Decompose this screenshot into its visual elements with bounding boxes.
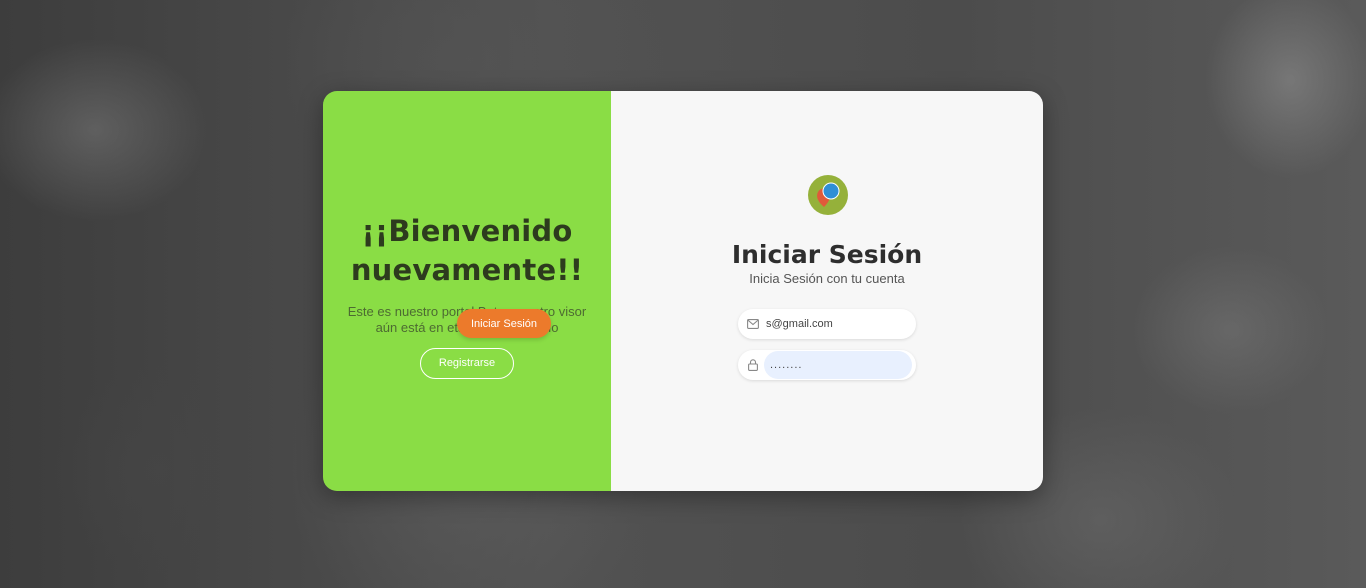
mail-icon	[746, 317, 760, 331]
welcome-panel: ¡¡Bienvenido nuevamente!! Este es nuestr…	[323, 91, 611, 491]
login-button[interactable]: Iniciar Sesión	[457, 309, 551, 338]
welcome-heading: ¡¡Bienvenido nuevamente!!	[350, 213, 584, 287]
login-panel: Iniciar Sesión Inicia Sesión con tu cuen…	[611, 91, 1043, 491]
login-subtitle: Inicia Sesión con tu cuenta	[749, 271, 905, 286]
email-input[interactable]	[766, 310, 906, 338]
lock-icon	[746, 358, 760, 372]
login-title: Iniciar Sesión	[731, 240, 923, 269]
email-field[interactable]	[738, 309, 916, 339]
password-input[interactable]	[764, 351, 912, 379]
login-card: ¡¡Bienvenido nuevamente!! Este es nuestr…	[323, 91, 1043, 491]
logo-icon	[808, 175, 848, 215]
register-button[interactable]: Registrarse	[420, 347, 514, 379]
password-field[interactable]	[738, 350, 916, 380]
